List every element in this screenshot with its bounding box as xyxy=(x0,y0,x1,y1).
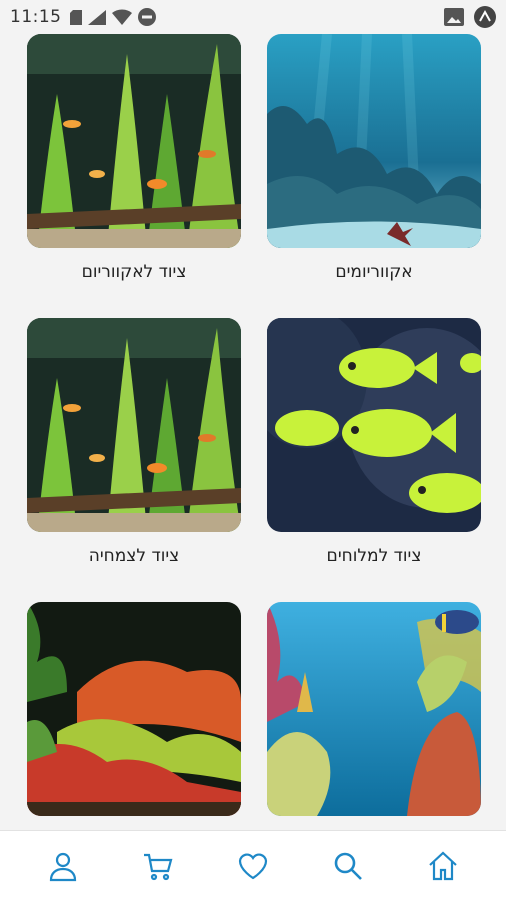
neon-fish-image xyxy=(267,318,481,532)
dnd-icon xyxy=(137,8,156,26)
home-icon xyxy=(428,851,457,880)
signal-icon xyxy=(87,9,106,25)
category-label-aquarium-equipment: ציוד לאקווריום xyxy=(81,262,187,282)
wifi-icon xyxy=(111,9,132,25)
category-tile-5[interactable] xyxy=(267,602,481,816)
category-tile-plant-equipment[interactable] xyxy=(27,318,241,532)
nav-profile-button[interactable] xyxy=(36,839,90,893)
nav-favorites-button[interactable] xyxy=(226,839,280,893)
heart-icon xyxy=(238,852,268,879)
aquarium-scene-image xyxy=(267,34,481,248)
category-grid: אקווריומים ציוד לאקווריום ציוד למלוחים צ… xyxy=(0,34,506,832)
category-label-plant-equipment: ציוד לצמחיה xyxy=(88,546,180,566)
cart-icon xyxy=(144,853,173,880)
red-plants-tank-image xyxy=(27,602,241,816)
status-bar: 11:15 xyxy=(0,0,506,34)
nav-search-button[interactable] xyxy=(321,839,375,893)
planted-tank-image xyxy=(27,34,241,248)
bottom-navigation xyxy=(0,830,506,900)
user-icon xyxy=(50,852,77,881)
category-tile-6[interactable] xyxy=(27,602,241,816)
image-notification-icon xyxy=(444,8,464,26)
category-label-aquariums: אקווריומים xyxy=(335,262,413,282)
sd-card-icon xyxy=(69,9,82,25)
category-label-marine-equipment: ציוד למלוחים xyxy=(326,546,422,566)
planted-tank-image xyxy=(27,318,241,532)
app-notification-icon xyxy=(474,6,496,28)
nav-home-button[interactable] xyxy=(416,839,470,893)
status-time: 11:15 xyxy=(10,7,62,27)
search-icon xyxy=(334,852,362,880)
nav-cart-button[interactable] xyxy=(131,839,185,893)
category-tile-marine-equipment[interactable] xyxy=(267,318,481,532)
coral-reef-image xyxy=(267,602,481,816)
category-tile-aquariums[interactable] xyxy=(267,34,481,248)
category-tile-aquarium-equipment[interactable] xyxy=(27,34,241,248)
